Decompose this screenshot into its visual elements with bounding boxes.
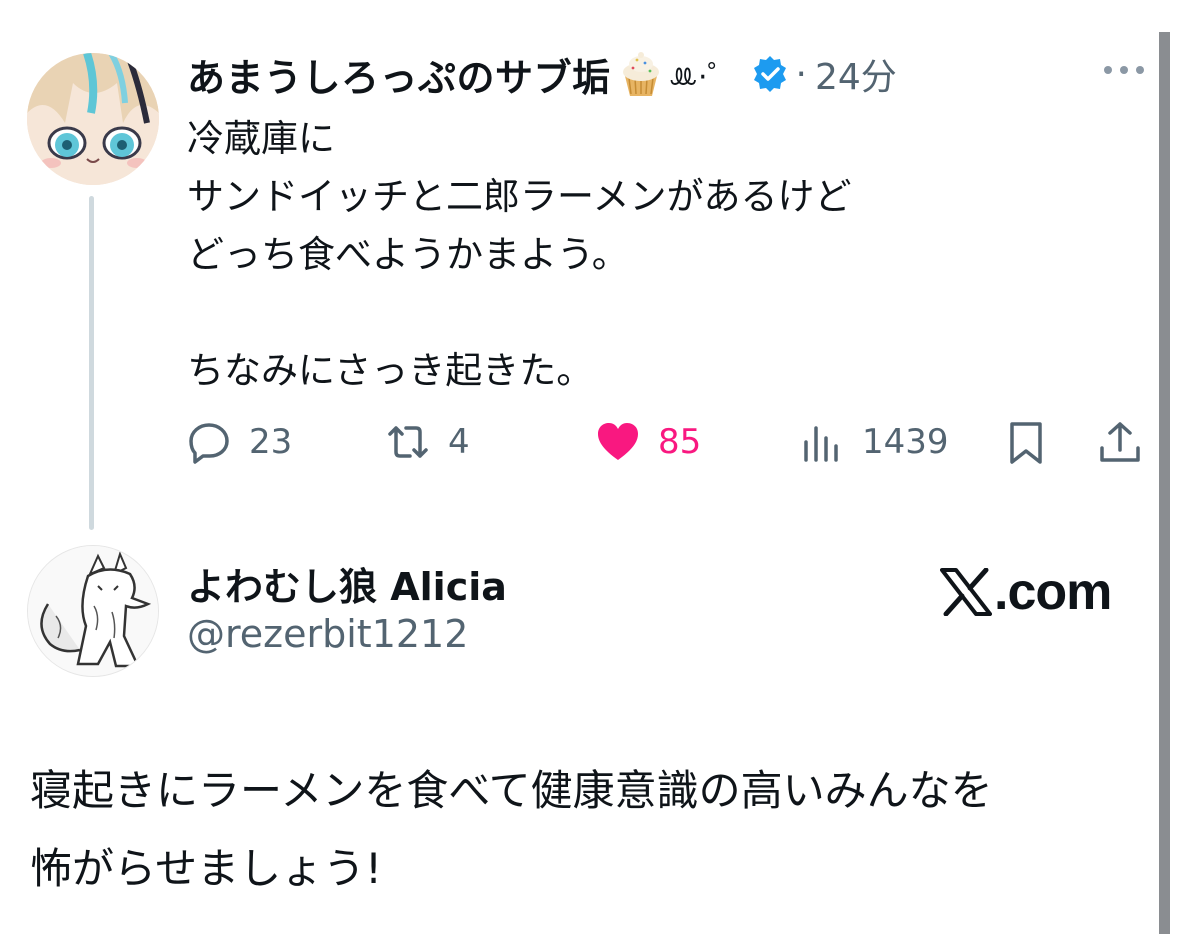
name-kaomoji: ꔛ·゜: [668, 60, 738, 95]
avatar[interactable]: [27, 545, 159, 677]
thread-line: [89, 196, 94, 530]
share-button[interactable]: [1098, 412, 1160, 472]
reply-handle[interactable]: @rezerbit1212: [187, 612, 468, 656]
verified-badge-icon: [750, 54, 790, 94]
avatar[interactable]: [27, 53, 159, 185]
retweet-count: 4: [448, 422, 470, 462]
display-name[interactable]: あまうしろっぷのサブ垢: [187, 47, 611, 102]
share-icon: [1100, 422, 1140, 462]
reply-button[interactable]: 23: [187, 412, 292, 472]
site-domain: .com: [994, 563, 1112, 621]
wolf-avatar-icon: [28, 546, 158, 676]
reply-text: 寝起きにラーメンを食べて健康意識の高いみんなを 怖がらせましょう!: [30, 766, 993, 893]
views-button[interactable]: 1439: [800, 412, 949, 472]
more-options-icon[interactable]: [1100, 60, 1148, 80]
like-button[interactable]: 85: [596, 412, 701, 472]
bookmark-icon: [1010, 422, 1042, 464]
x-com-logo: .com: [940, 562, 1112, 622]
reply-count: 23: [249, 422, 293, 462]
view-count: 1439: [862, 422, 949, 462]
bookmark-button[interactable]: [1004, 412, 1066, 472]
retweet-button[interactable]: 4: [386, 412, 470, 472]
tweet-text: 冷蔵庫に サンドイッチと二郎ラーメンがあるけど どっち食べようかまよう。 ちなみ…: [187, 117, 852, 392]
retweet-icon: [388, 426, 428, 458]
like-count: 85: [658, 422, 702, 462]
views-chart-icon: [804, 426, 838, 462]
scrollbar[interactable]: [1159, 32, 1170, 934]
tweet-header: あまうしろっぷのサブ垢 ꔛ·゜ · 24分: [187, 46, 897, 102]
heart-icon: [598, 423, 638, 460]
anime-avatar-icon: [27, 53, 159, 185]
time-separator: ·: [795, 53, 807, 95]
x-logo-icon: [940, 568, 992, 616]
tweet-time[interactable]: 24分: [815, 48, 897, 100]
reply-display-name[interactable]: よわむし狼 Alicia: [187, 556, 507, 611]
cupcake-icon: [617, 50, 665, 98]
reply-icon: [189, 423, 229, 464]
